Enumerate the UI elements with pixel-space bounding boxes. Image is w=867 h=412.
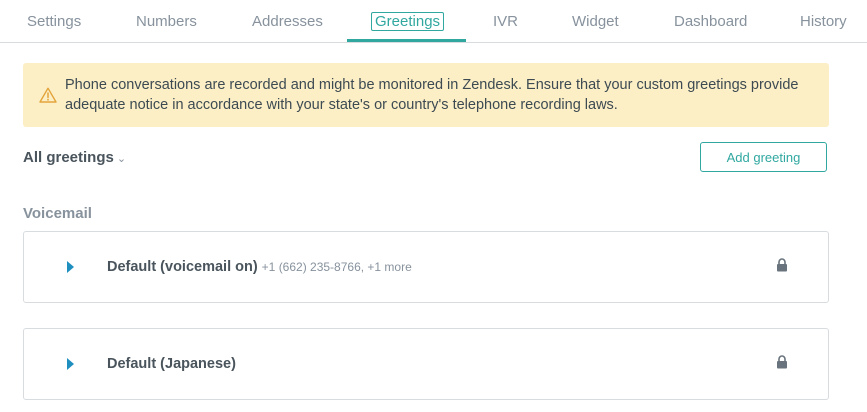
tab-widget[interactable]: Widget: [572, 13, 619, 30]
tab-dashboard[interactable]: Dashboard: [674, 13, 747, 30]
lock-icon: [777, 355, 787, 369]
section-title-voicemail: Voicemail: [23, 205, 92, 222]
filter-label: All greetings: [23, 149, 114, 166]
expand-arrow-icon[interactable]: [67, 261, 74, 273]
notice-text: Phone conversations are recorded and mig…: [65, 77, 799, 113]
tab-ivr[interactable]: IVR: [493, 13, 518, 30]
tab-history[interactable]: History: [800, 13, 847, 30]
add-greeting-button[interactable]: Add greeting: [700, 142, 827, 172]
active-tab-indicator: [347, 39, 466, 42]
greeting-name: Default (voicemail on) +1 (662) 235-8766,…: [107, 259, 412, 275]
tab-numbers[interactable]: Numbers: [136, 13, 197, 30]
greeting-numbers: +1 (662) 235-8766, +1 more: [261, 260, 412, 274]
greetings-filter-dropdown[interactable]: All greetings ⌄: [23, 149, 126, 166]
tab-addresses[interactable]: Addresses: [252, 13, 323, 30]
greeting-row[interactable]: Default (Japanese): [23, 328, 829, 400]
tab-bar: Settings Numbers Addresses Greetings IVR…: [0, 0, 867, 43]
chevron-down-icon: ⌄: [116, 153, 127, 165]
tab-settings[interactable]: Settings: [27, 13, 81, 30]
warning-icon: [39, 87, 57, 103]
lock-icon: [777, 258, 787, 272]
greeting-name: Default (Japanese): [107, 356, 236, 372]
greetings-page: Settings Numbers Addresses Greetings IVR…: [0, 0, 867, 412]
tab-greetings[interactable]: Greetings: [371, 12, 445, 31]
greeting-row[interactable]: Default (voicemail on) +1 (662) 235-8766,…: [23, 231, 829, 303]
recording-notice: Phone conversations are recorded and mig…: [23, 63, 829, 127]
expand-arrow-icon[interactable]: [67, 358, 74, 370]
